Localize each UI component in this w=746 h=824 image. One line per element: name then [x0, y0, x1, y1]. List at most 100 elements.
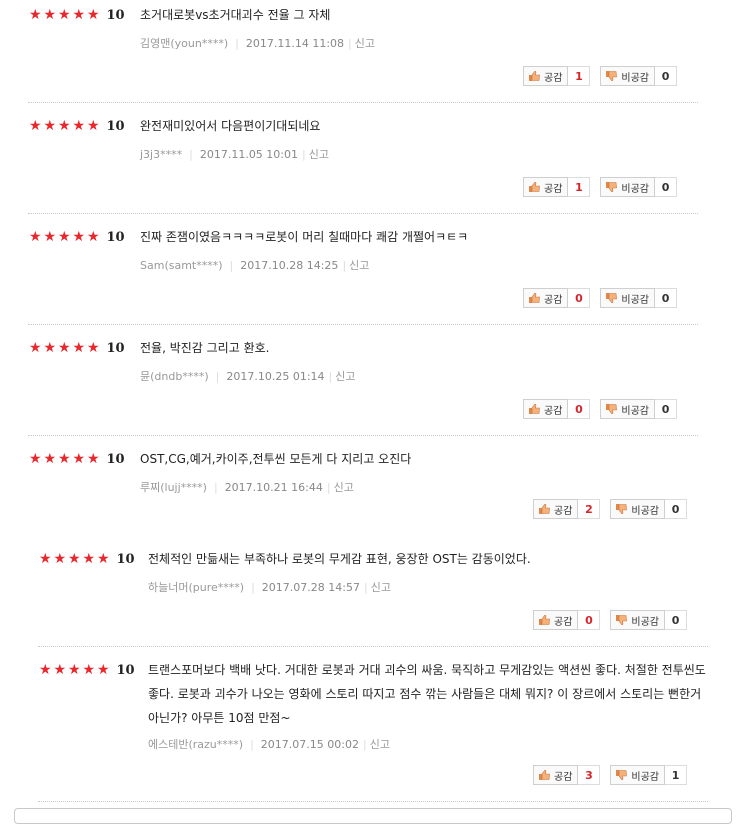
- review-item: ★ ★ ★ ★ ★ 10 트랜스포머보다 백배 낫다. 거대한 로봇과 거대 괴수의 싸…: [38, 660, 708, 802]
- star-icon: ★: [86, 118, 100, 134]
- dislike-label: 비공감: [631, 771, 660, 783]
- report-link[interactable]: 신고: [349, 257, 369, 273]
- review-meta: Sam(samt****) | 2017.10.28 14:25 | 신고: [140, 257, 369, 273]
- dislike-button[interactable]: 비공감: [600, 177, 656, 197]
- review-date: 2017.11.14 11:08: [245, 36, 345, 50]
- star-rating: ★ ★ ★ ★ ★: [28, 119, 101, 133]
- like-label: 공감: [554, 616, 573, 628]
- rating: ★ ★ ★ ★ ★ 10: [38, 660, 135, 680]
- divider: [38, 646, 708, 647]
- author-name[interactable]: 김영맨(youn****): [140, 35, 228, 51]
- review-text: 진짜 존잼이였음ㅋㅋㅋㅋ로봇이 머리 칠때마다 쾌감 개쩔어ㅋㅌㅋ: [140, 230, 469, 244]
- review-date: 2017.10.21 16:44: [224, 480, 323, 494]
- like-button[interactable]: 공감: [533, 499, 579, 519]
- dislike-button[interactable]: 비공감: [600, 288, 656, 308]
- like-button[interactable]: 공감: [523, 399, 569, 419]
- like-count: 0: [568, 399, 591, 419]
- dislike-button[interactable]: 비공감: [600, 66, 656, 86]
- author-name[interactable]: Sam(samt****): [140, 259, 223, 272]
- star-icon: ★: [86, 229, 100, 245]
- divider: |: [363, 580, 368, 594]
- dislike-button[interactable]: 비공감: [610, 499, 666, 519]
- review-meta: 하늘너머(pure****) | 2017.07.28 14:57 | 신고: [148, 579, 391, 595]
- review-date: 2017.07.28 14:57: [261, 580, 360, 594]
- report-link[interactable]: 신고: [335, 368, 355, 384]
- review-text: OST,CG,예거,카이주,전투씬 모든게 다 지리고 오진다: [140, 452, 412, 466]
- rating-score: 10: [106, 229, 125, 245]
- review-meta: 루찌(lujj****) | 2017.10.21 16:44 | 신고: [140, 479, 354, 495]
- like-button[interactable]: 공감: [523, 288, 569, 308]
- like-button[interactable]: 공감: [533, 610, 579, 630]
- dislike-button[interactable]: 비공감: [610, 610, 666, 630]
- next-panel-edge: [14, 808, 732, 824]
- rating-score: 10: [106, 340, 125, 356]
- like-label: 공감: [544, 405, 563, 417]
- dislike-button[interactable]: 비공감: [610, 765, 666, 785]
- thumbs-down-icon: [606, 71, 618, 81]
- dislike-button[interactable]: 비공감: [600, 399, 656, 419]
- star-rating: ★ ★ ★ ★ ★: [28, 8, 101, 22]
- report-link[interactable]: 신고: [334, 479, 354, 495]
- report-link[interactable]: 신고: [355, 35, 375, 51]
- star-icon: ★: [28, 118, 42, 134]
- review-item: ★ ★ ★ ★ ★ 10 OST,CG,예거,카이주,전투씬 모든게 다 지리고 오진다…: [28, 449, 708, 539]
- author-name[interactable]: 하늘너머(pure****): [148, 579, 244, 595]
- report-link[interactable]: 신고: [370, 736, 390, 752]
- star-icon: ★: [57, 118, 71, 134]
- like-button[interactable]: 공감: [523, 177, 569, 197]
- divider: |: [342, 258, 347, 272]
- dislike-label: 비공감: [621, 183, 650, 195]
- rating: ★ ★ ★ ★ ★ 10: [28, 227, 125, 247]
- star-icon: ★: [28, 340, 42, 356]
- report-link[interactable]: 신고: [371, 579, 391, 595]
- review-text: 전율, 박진감 그리고 환호.: [140, 341, 270, 355]
- star-icon: ★: [28, 229, 42, 245]
- thumbs-up-icon: [529, 404, 540, 414]
- vote-buttons: 공감 0 비공감 0: [533, 608, 688, 632]
- dislike-count: 0: [655, 66, 678, 86]
- divider: [28, 213, 698, 214]
- rating-score: 10: [106, 118, 125, 134]
- star-icon: ★: [57, 340, 71, 356]
- rating: ★ ★ ★ ★ ★ 10: [28, 116, 125, 136]
- star-icon: ★: [28, 451, 42, 467]
- like-label: 공감: [544, 183, 563, 195]
- thumbs-down-icon: [606, 404, 618, 414]
- like-count: 1: [568, 66, 591, 86]
- dislike-count: 0: [655, 288, 678, 308]
- author-name[interactable]: j3j3****: [140, 148, 182, 161]
- author-name[interactable]: 에스테반(razu****): [148, 736, 243, 752]
- divider: [28, 102, 698, 103]
- dislike-count: 1: [665, 765, 688, 785]
- divider: [38, 801, 708, 802]
- like-button[interactable]: 공감: [523, 66, 569, 86]
- review-date: 2017.11.05 10:01: [199, 147, 299, 161]
- divider: |: [348, 36, 352, 50]
- star-icon: ★: [43, 340, 57, 356]
- review-date: 2017.10.28 14:25: [240, 258, 339, 272]
- review-meta: 김영맨(youn****) | 2017.11.14 11:08 | 신고: [140, 35, 375, 51]
- like-count: 0: [578, 610, 601, 630]
- star-icon: ★: [28, 7, 42, 23]
- review-text: 완전재미있어서 다음편이기대되네요: [140, 119, 321, 133]
- star-icon: ★: [53, 551, 67, 567]
- like-button[interactable]: 공감: [533, 765, 579, 785]
- author-name[interactable]: 뮨(dndb****): [140, 368, 209, 384]
- report-link[interactable]: 신고: [309, 146, 329, 162]
- dislike-label: 비공감: [621, 405, 650, 417]
- thumbs-up-icon: [539, 770, 550, 780]
- star-icon: ★: [57, 229, 71, 245]
- review-item: ★ ★ ★ ★ ★ 10 전체적인 만듦새는 부족하나 로봇의 무게감 표현, 웅장한 …: [38, 549, 708, 647]
- star-icon: ★: [72, 7, 86, 23]
- star-rating: ★ ★ ★ ★ ★: [38, 663, 111, 677]
- star-icon: ★: [72, 118, 86, 134]
- thumbs-down-icon: [606, 293, 618, 303]
- thumbs-up-icon: [529, 71, 540, 81]
- thumbs-down-icon: [616, 770, 628, 780]
- review-text: 전체적인 만듦새는 부족하나 로봇의 무게감 표현, 웅장한 OST는 감동이었…: [148, 552, 531, 566]
- dislike-label: 비공감: [621, 294, 650, 306]
- author-name[interactable]: 루찌(lujj****): [140, 479, 207, 495]
- star-icon: ★: [82, 551, 96, 567]
- rating-score: 10: [116, 551, 135, 567]
- star-icon: ★: [38, 551, 52, 567]
